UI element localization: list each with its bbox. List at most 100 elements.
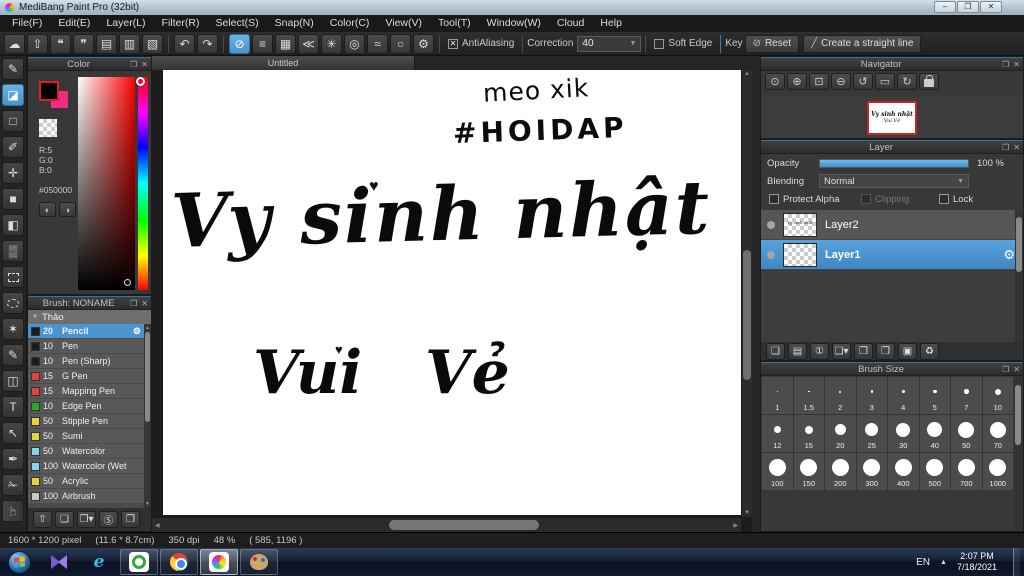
snap-vanishing-icon[interactable]: ≪ [298,33,319,54]
menu-layer-l[interactable]: Layer(L) [98,15,153,32]
brush-size-15[interactable]: 15 [793,415,824,452]
eyedropper-tool[interactable]: ✒ [2,448,24,470]
add-layer-icon[interactable]: ❏ [766,342,785,360]
canvas-vertical-scrollbar[interactable]: ▲ ▼ [741,70,752,517]
close-icon[interactable]: ✕ [141,60,148,69]
scrollbar-thumb[interactable] [1015,385,1021,445]
snap-off-icon[interactable]: ⊘ [229,33,250,54]
menu-file-f[interactable]: File(F) [4,15,50,32]
close-icon[interactable]: ✕ [1013,60,1020,69]
move-tool[interactable]: ✛ [2,162,24,184]
scroll-left-icon[interactable]: ◀ [152,522,163,529]
fill-tool[interactable]: ■ [2,188,24,210]
brush-item-pen-sharp[interactable]: 10 Pen (Sharp) [28,354,144,369]
canvas-horizontal-scrollbar[interactable]: ◀ ▶ [152,517,741,532]
hue-slider[interactable] [138,77,148,290]
reset-button[interactable]: ⊘ Reset [744,34,800,53]
zoom-actual-icon[interactable]: ⊙ [765,73,785,90]
clipping-checkbox[interactable]: Clipping [861,194,939,205]
hidden-icons-arrow[interactable]: ▲ [940,559,947,566]
brush-size-10[interactable]: 10 [982,377,1013,414]
transparent-color-swatch[interactable] [39,119,57,137]
brush-tool[interactable]: ✎ [2,58,24,80]
add-folder-icon[interactable]: ❒ [854,342,873,360]
brush-item-edge-pen[interactable]: 10 Edge Pen [28,399,144,414]
brush-item-acrylic[interactable]: 50 Acrylic [28,474,144,489]
select-eraser-tool[interactable]: ◫ [2,370,24,392]
foreground-color-swatch[interactable] [39,81,59,101]
brush-item-g-pen[interactable]: 15 G Pen [28,369,144,384]
brush-size-5[interactable]: 5 [919,377,950,414]
snap-parallel-icon[interactable]: ≡ [252,33,273,54]
lock-icon[interactable] [919,73,939,90]
brush-size-3[interactable]: 3 [856,377,887,414]
cloud-icon[interactable]: ☁ [4,33,25,54]
brush-item-watercolor-wet[interactable]: 100 Watercolor (Wet [28,459,144,474]
merge-layer-icon[interactable]: ▣ [898,342,917,360]
hue-marker[interactable] [136,77,145,86]
scrollbar-thumb[interactable] [1016,217,1022,272]
canvas-page[interactable]: meo xik #HOIDAP Vy sinh nhật Vui Vẻ ♥ ♥ [163,70,741,515]
popout-icon[interactable]: ❐ [130,299,137,308]
menu-color-c[interactable]: Color(C) [322,15,378,32]
saturation-picker[interactable] [78,77,135,290]
scroll-up-icon[interactable]: ▲ [144,325,151,331]
brush-item-sumi[interactable]: 50 Sumi [28,429,144,444]
brush-size-2[interactable]: 2 [825,377,856,414]
brush-size-1.5[interactable]: 1.5 [793,377,824,414]
text-tool[interactable]: T [2,396,24,418]
brush-item-watercolor[interactable]: 50 Watercolor [28,444,144,459]
brush-list-scrollbar[interactable]: ▲ ▼ [144,324,151,508]
memo-icon[interactable]: ❞ [73,33,94,54]
brush-folder-icon[interactable]: ❒ [121,511,140,528]
show-desktop-button[interactable] [1013,548,1020,576]
snap-radial-icon[interactable]: ✳ [321,33,342,54]
clock[interactable]: 2:07 PM 7/18/2021 [957,551,997,573]
magic-wand-tool[interactable]: ✶ [2,318,24,340]
opacity-slider[interactable] [819,158,969,168]
scroll-down-icon[interactable]: ▼ [742,510,752,516]
operation-tool[interactable]: ↖ [2,422,24,444]
snap-curve-icon[interactable]: ≈ [367,33,388,54]
close-icon[interactable]: ✕ [141,299,148,308]
brush-item-pen[interactable]: 10 Pen [28,339,144,354]
brush-size-scrollbar[interactable] [1014,377,1022,530]
brush-item-stipple-pen[interactable]: 50 Stipple Pen [28,414,144,429]
brush-size-7[interactable]: 7 [951,377,982,414]
menu-window-w[interactable]: Window(W) [479,15,549,32]
popout-icon[interactable]: ❐ [130,60,137,69]
scrollbar-thumb[interactable] [145,332,150,422]
hand-tool[interactable]: ☞ [2,500,24,522]
snap-concentric-icon[interactable]: ◎ [344,33,365,54]
menu-edit-e[interactable]: Edit(E) [50,15,98,32]
layer-visibility-toggle[interactable] [767,250,775,259]
navigator-thumbnail[interactable]: Vy sinh nhật Vui Vẻ [867,100,917,135]
menu-cloud[interactable]: Cloud [549,15,592,32]
scroll-right-icon[interactable]: ▶ [730,522,741,529]
brush-size-1000[interactable]: 1000 [982,453,1013,490]
rotate-left-icon[interactable]: ↺ [853,73,873,90]
snap-settings-icon[interactable]: ⚙ [413,33,434,54]
add-1bit-layer-icon[interactable]: ① [810,342,829,360]
taskbar-app-chrome[interactable] [160,549,198,575]
brush-size-150[interactable]: 150 [793,453,824,490]
brush-item-mapping-pen[interactable]: 15 Mapping Pen [28,384,144,399]
brush-group-header[interactable]: ▼ Thảo [28,310,151,324]
soft-edge-checkbox[interactable]: Soft Edge [654,38,712,49]
popout-icon[interactable]: ❐ [1002,143,1009,152]
snap-ellipse-icon[interactable]: ○ [390,33,411,54]
brush-size-200[interactable]: 200 [825,453,856,490]
script-brush-icon[interactable]: Ⓢ [99,511,118,528]
saturation-marker[interactable] [124,279,131,286]
layer-visibility-toggle[interactable] [767,220,775,229]
scrollbar-thumb[interactable] [743,250,751,380]
add-brush-icon[interactable]: ❏ [55,511,74,528]
menu-filter-r[interactable]: Filter(R) [154,15,208,32]
taskbar-app-coccoc[interactable] [120,549,158,575]
layer-row-layer1[interactable]: Layer1 ⚙ [761,240,1023,270]
brush-size-4[interactable]: 4 [888,377,919,414]
upload-brush-icon[interactable]: ⇧ [33,511,52,528]
figure-tool[interactable]: □ [2,110,24,132]
document-tab[interactable]: Untitled [152,56,415,70]
rotate-right-icon[interactable]: ↻ [897,73,917,90]
